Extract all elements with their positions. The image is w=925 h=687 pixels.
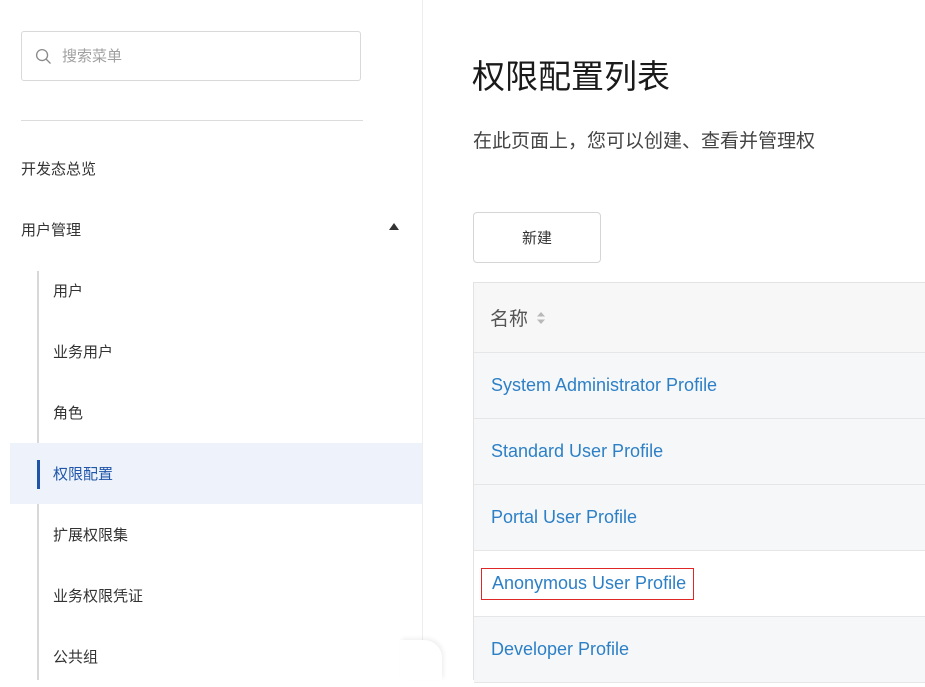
profile-link[interactable]: Developer Profile [491, 639, 629, 660]
table-row: Developer Profile [474, 617, 925, 683]
sidebar-item-roles[interactable]: 角色 [10, 382, 422, 443]
sort-icon[interactable] [536, 311, 546, 325]
page-description: 在此页面上，您可以创建、查看并管理权 [473, 130, 816, 152]
new-button[interactable]: 新建 [473, 212, 601, 263]
table-row: System Administrator Profile [474, 353, 925, 419]
nav-item-overview[interactable]: 开发态总览 [21, 158, 96, 179]
table-row: Portal User Profile [474, 485, 925, 551]
profile-link[interactable]: Portal User Profile [491, 507, 637, 528]
table-row: Anonymous User Profile [474, 551, 925, 617]
sidebar-item-permission-sets[interactable]: 扩展权限集 [10, 504, 422, 565]
profile-link-highlighted[interactable]: Anonymous User Profile [481, 567, 695, 600]
sidebar-border [422, 0, 423, 680]
nav-item-user-management[interactable]: 用户管理 [21, 219, 81, 240]
sidebar-item-users[interactable]: 用户 [10, 260, 422, 321]
chevron-up-icon[interactable] [389, 223, 399, 230]
sidebar-item-public-groups[interactable]: 公共组 [10, 626, 422, 687]
page-title: 权限配置列表 [472, 57, 670, 96]
sidebar-item-profiles[interactable]: 权限配置 [10, 443, 422, 504]
sidebar-item-business-users[interactable]: 业务用户 [10, 321, 422, 382]
profiles-table: 名称 System Administrator Profile Standard… [473, 282, 925, 683]
profile-link[interactable]: Standard User Profile [491, 441, 663, 462]
search-menu-box[interactable] [21, 31, 361, 81]
table-row: Standard User Profile [474, 419, 925, 485]
sidebar-item-business-credentials[interactable]: 业务权限凭证 [10, 565, 422, 626]
sidebar-collapse-tab[interactable] [400, 640, 442, 680]
profile-link[interactable]: System Administrator Profile [491, 375, 717, 396]
sidebar-divider [21, 120, 363, 121]
search-menu-input[interactable] [60, 46, 354, 66]
search-icon [35, 48, 51, 64]
table-header: 名称 [474, 283, 925, 353]
sidebar: 开发态总览 用户管理 用户 业务用户 角色 权限配置 扩展权限集 业务权限凭证 … [0, 0, 422, 680]
active-indicator [37, 460, 40, 489]
column-header-name[interactable]: 名称 [490, 304, 528, 331]
